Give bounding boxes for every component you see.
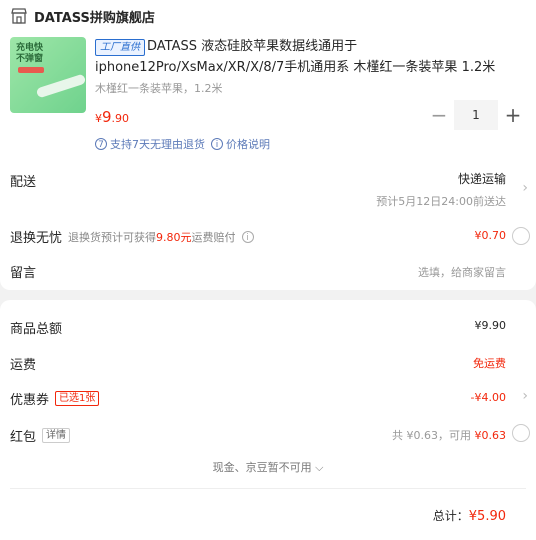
thumb-caption: 充电快 不弹窗 — [16, 43, 44, 64]
delivery-method[interactable]: 快递运输 — [458, 170, 506, 187]
service-row: 7 支持7天无理由退货 i 价格说明 — [95, 136, 270, 152]
chevron-right-icon[interactable]: › — [522, 180, 528, 196]
increase-button[interactable]: + — [498, 100, 528, 130]
message-label: 留言 — [10, 266, 37, 281]
shipping-value: 免运费 — [473, 357, 506, 370]
goods-total-label: 商品总额 — [10, 322, 63, 337]
chevron-right-icon[interactable]: › — [522, 388, 528, 404]
quantity-stepper: − 1 + — [424, 100, 530, 130]
worry-free-desc: 退换货预计可获得9.80元运费赔付 — [68, 230, 236, 244]
return-policy-link[interactable]: 支持7天无理由退货 — [110, 136, 205, 152]
thumb-tag — [18, 67, 44, 73]
seven-day-icon: 7 — [95, 138, 107, 150]
worry-free-radio[interactable] — [512, 227, 530, 245]
quantity-input[interactable]: 1 — [454, 100, 498, 130]
coupon-value: -¥4.00 — [470, 391, 506, 404]
factory-direct-badge: 工厂直供 — [95, 39, 145, 56]
coupon-badge: 已选1张 — [55, 391, 100, 406]
delivery-eta: 预计5月12日24:00前送达 — [376, 195, 506, 208]
product-spec[interactable]: 木槿红一条装苹果，1.2米 — [95, 80, 223, 96]
delivery-label: 配送 — [10, 175, 37, 190]
store-icon — [11, 8, 27, 24]
store-header[interactable]: DATASS拼购旗舰店 — [10, 6, 155, 26]
redpack-value: 共 ¥0.63，可用 ¥0.63 — [392, 429, 506, 442]
coupon-label: 优惠券 — [10, 393, 50, 408]
product-title[interactable]: DATASS 液态硅胶苹果数据线通用于iphone12Pro/XsMax/XR/… — [95, 36, 520, 78]
store-name: DATASS拼购旗舰店 — [34, 10, 155, 26]
cable-image — [35, 73, 86, 99]
decrease-button[interactable]: − — [424, 100, 454, 130]
info-icon[interactable]: i — [241, 230, 254, 243]
worry-free-price: ¥0.70 — [474, 229, 507, 242]
product-thumbnail[interactable]: 充电快 不弹窗 — [10, 37, 86, 113]
shipping-label: 运费 — [10, 358, 37, 373]
product-price: ¥9.90 — [95, 108, 130, 126]
goods-total-value: ¥9.90 — [474, 319, 507, 332]
redpack-detail-button[interactable]: 详情 — [42, 428, 71, 443]
chevron-down-icon: ⌵ — [315, 461, 324, 474]
grand-total: 总计：¥5.90 — [432, 509, 506, 524]
divider — [10, 488, 526, 489]
redpack-label: 红包 — [10, 430, 37, 445]
redpack-row: 红包 详情 — [10, 426, 71, 445]
price-explain-link[interactable]: 价格说明 — [226, 136, 270, 152]
redpack-radio[interactable] — [512, 424, 530, 442]
message-input[interactable]: 选填，给商家留言 — [418, 264, 506, 280]
bean-unavailable[interactable]: 现金、京豆暂不可用 ⌵ — [0, 459, 536, 475]
worry-free-row[interactable]: 退换无忧 退换货预计可获得9.80元运费赔付 i — [10, 227, 257, 246]
summary-card: 商品总额 ¥9.90 运费 免运费 优惠券 已选1张 -¥4.00 › 红包 详… — [0, 300, 536, 540]
worry-free-label: 退换无忧 — [10, 231, 63, 246]
order-card: DATASS拼购旗舰店 充电快 不弹窗 DATASS 液态硅胶苹果数据线通用于i… — [0, 0, 536, 290]
coupon-row[interactable]: 优惠券 已选1张 — [10, 389, 100, 408]
info-icon: i — [211, 138, 223, 150]
